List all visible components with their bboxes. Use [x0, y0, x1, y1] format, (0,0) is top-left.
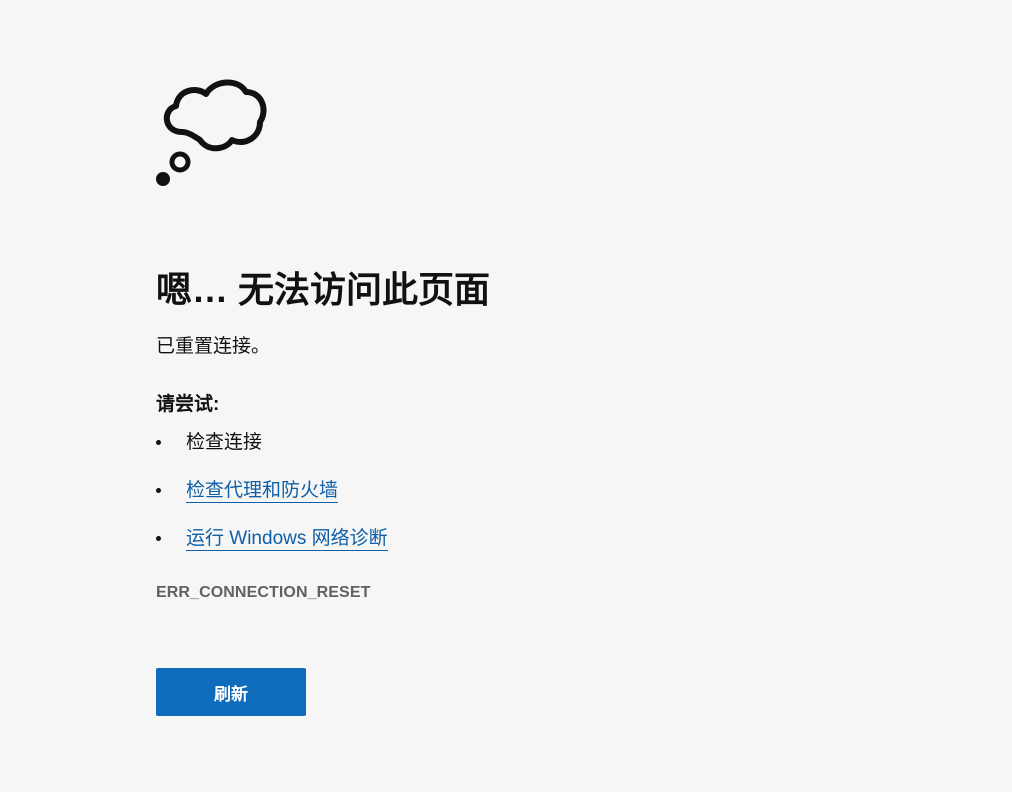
- error-page: 嗯… 无法访问此页面 已重置连接。 请尝试: 检查连接 检查代理和防火墙 运行 …: [156, 74, 856, 716]
- suggestion-check-connection: 检查连接: [156, 430, 856, 478]
- thought-cloud-icon: [156, 79, 267, 186]
- suggestion-network-diagnostics: 运行 Windows 网络诊断: [156, 526, 856, 574]
- suggestion-label: 检查连接: [186, 432, 263, 453]
- network-diagnostics-link[interactable]: 运行 Windows 网络诊断: [186, 528, 388, 551]
- error-message: 已重置连接。: [156, 336, 271, 357]
- bullet-icon: [156, 440, 161, 445]
- refresh-button[interactable]: 刷新: [156, 668, 306, 716]
- try-heading: 请尝试:: [156, 394, 220, 415]
- page-title: 嗯… 无法访问此页面: [156, 269, 491, 310]
- suggestion-list: 检查连接 检查代理和防火墙 运行 Windows 网络诊断: [156, 430, 856, 574]
- bullet-icon: [156, 536, 161, 541]
- check-proxy-firewall-link[interactable]: 检查代理和防火墙: [186, 480, 339, 503]
- error-code: ERR_CONNECTION_RESET: [156, 584, 371, 601]
- bullet-icon: [156, 488, 161, 493]
- suggestion-check-proxy-firewall: 检查代理和防火墙: [156, 478, 856, 526]
